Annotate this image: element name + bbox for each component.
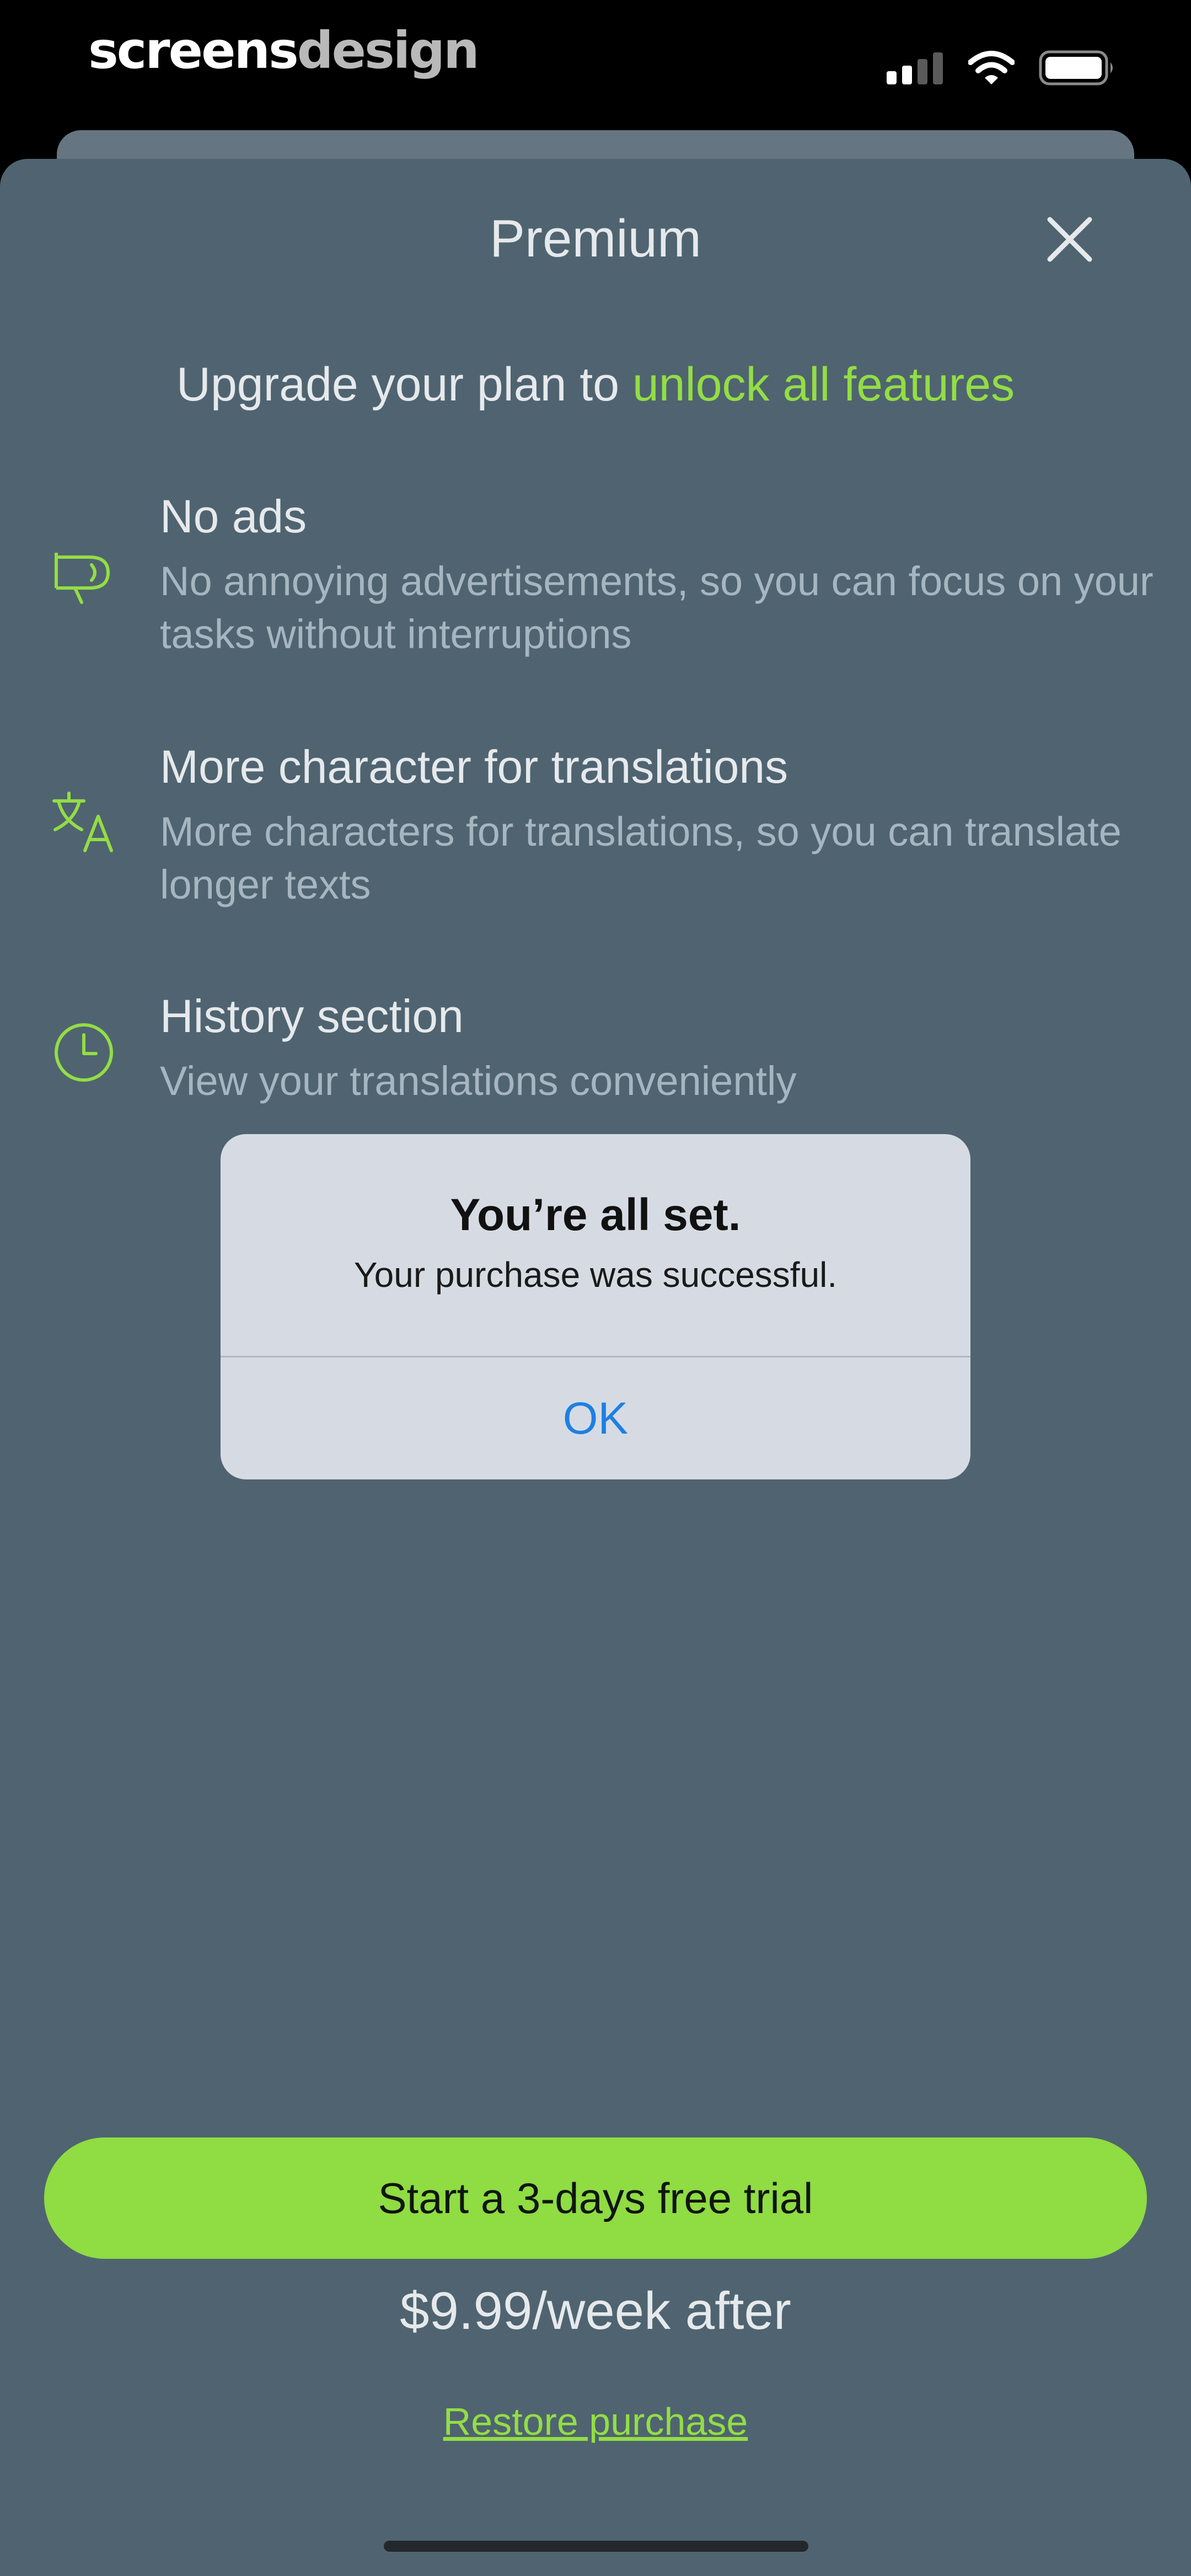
close-icon[interactable]	[1042, 212, 1097, 267]
restore-purchase-link[interactable]: Restore purchase	[0, 2399, 1191, 2444]
battery-icon	[1039, 50, 1113, 85]
status-bar: screensdesign	[0, 0, 1191, 132]
alert-message: Your purchase was successful.	[353, 1255, 838, 1295]
brand-part-design: design	[297, 21, 480, 80]
brand-watermark: screensdesign	[88, 21, 480, 80]
sheet-title: Premium	[489, 209, 702, 268]
megaphone-icon	[55, 553, 110, 604]
headline-highlight: unlock all features	[632, 358, 1015, 411]
feature-title: No ads	[160, 490, 307, 542]
clock-icon	[55, 1023, 113, 1082]
cellular-signal-icon	[887, 52, 943, 84]
feature-description: More characters for translations, so you…	[160, 809, 1122, 907]
alert-title: You’re all set.	[450, 1190, 741, 1240]
price-text: $9.99/week after	[400, 2281, 791, 2340]
wifi-icon	[968, 51, 1015, 84]
start-free-trial-button[interactable]: Start a 3-days free trial	[44, 2137, 1147, 2259]
home-indicator[interactable]	[384, 2541, 808, 2552]
feature-title: History section	[160, 990, 464, 1042]
feature-title: More character for translations	[160, 741, 788, 793]
headline-text: Upgrade your plan to	[176, 358, 632, 411]
feature-description: No annoying advertisements, so you can f…	[160, 558, 1154, 657]
translate-icon	[52, 792, 113, 852]
alert-ok-button[interactable]: OK	[221, 1358, 970, 1479]
status-icons	[887, 49, 1116, 87]
brand-part-screens: screens	[88, 21, 299, 80]
purchase-success-alert: You’re all set. Your purchase was succes…	[221, 1134, 970, 1479]
headline: Upgrade your plan to unlock all features	[0, 357, 1191, 412]
feature-description: View your translations conveniently	[160, 1058, 797, 1104]
